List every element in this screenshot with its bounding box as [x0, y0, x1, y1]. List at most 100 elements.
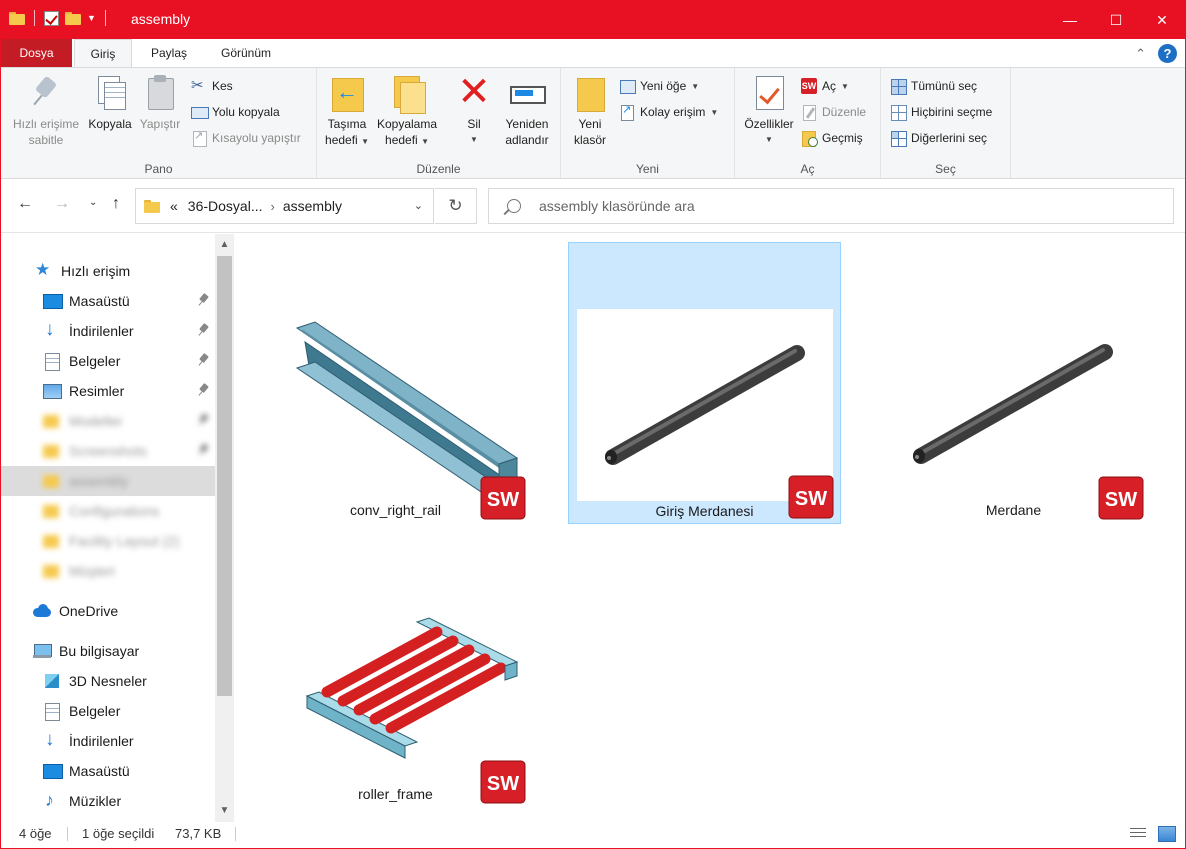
file-name[interactable]: conv_right_rail: [259, 502, 532, 518]
nav-item-blurred[interactable]: Müşteri: [1, 556, 215, 586]
tab-home[interactable]: Giriş: [74, 39, 132, 68]
large-icons-view-icon[interactable]: [1158, 826, 1176, 842]
file-name[interactable]: roller_frame: [259, 786, 532, 802]
delete-button[interactable]: ✕ Sil ▼: [453, 72, 495, 148]
easy-access-button[interactable]: Kolay erişim ▼: [619, 101, 718, 123]
file-item[interactable]: SW conv_right_rail: [259, 242, 532, 524]
nav-quick-access[interactable]: Hızlı erişim: [1, 256, 215, 286]
recent-locations-icon[interactable]: ⌄: [89, 197, 97, 208]
help-icon[interactable]: ?: [1158, 44, 1177, 63]
tab-file[interactable]: Dosya: [1, 39, 72, 68]
nav-item-desktop[interactable]: Masaüstü: [1, 286, 215, 316]
nav-item-blurred[interactable]: Configurations: [1, 496, 215, 526]
properties-qat-icon[interactable]: [44, 10, 59, 26]
rename-button[interactable]: Yeniden adlandır: [499, 74, 555, 148]
nav-item-documents[interactable]: Belgeler: [1, 346, 215, 376]
close-button[interactable]: ✕: [1139, 1, 1185, 39]
paste-button[interactable]: Yapıştır: [137, 74, 183, 132]
pictures-icon: [43, 383, 62, 399]
edit-button[interactable]: Düzenle: [801, 101, 866, 123]
paste-shortcut-button[interactable]: Kısayolu yapıştır: [191, 127, 301, 149]
scroll-down-icon[interactable]: ▼: [215, 802, 234, 820]
invert-selection-button[interactable]: Diğerlerini seç: [890, 127, 987, 149]
up-arrow-icon[interactable]: ↑: [112, 195, 120, 213]
navigation-pane: Hızlı erişim Masaüstü İndirilenler Belge…: [1, 234, 234, 822]
new-item-label: Yeni öğe: [640, 79, 687, 93]
nav-item-downloads[interactable]: İndirilenler: [1, 316, 215, 346]
pin-icon[interactable]: [198, 294, 210, 306]
pin-icon[interactable]: [198, 324, 210, 336]
tab-view[interactable]: Görünüm: [207, 39, 285, 68]
cut-button[interactable]: Kes: [191, 75, 233, 97]
breadcrumb-item[interactable]: assembly: [283, 198, 342, 214]
properties-button[interactable]: Özellikler ▼: [740, 74, 798, 148]
details-view-icon[interactable]: [1129, 826, 1147, 842]
forward-arrow-icon[interactable]: →: [54, 195, 70, 213]
pin-quick-access-button[interactable]: Hızlı erişime sabitle: [7, 74, 85, 148]
folder-icon: [9, 11, 25, 25]
nav-this-pc[interactable]: Bu bilgisayar: [1, 636, 215, 666]
file-view: SW conv_right_rail SW Giriş Merdanesi SW…: [235, 234, 1185, 822]
maximize-button[interactable]: ☐: [1093, 1, 1139, 39]
title-bar: ▼ assembly — ☐ ✕: [1, 1, 1185, 39]
nav-item-blurred[interactable]: Modeller: [1, 406, 215, 436]
refresh-button[interactable]: ↻: [435, 188, 477, 224]
nav-item-pictures[interactable]: Resimler: [1, 376, 215, 406]
file-item[interactable]: SW roller_frame: [259, 526, 532, 808]
qat-dropdown-icon[interactable]: ▼: [87, 13, 96, 23]
copy-to-button[interactable]: Kopyalama hedefi ▼: [373, 74, 441, 150]
folder-icon: [43, 413, 61, 429]
search-box[interactable]: [488, 188, 1174, 224]
pin-icon[interactable]: [198, 384, 210, 396]
scissors-icon: [191, 76, 207, 94]
nav-item-desktop[interactable]: Masaüstü: [1, 756, 215, 786]
collapse-ribbon-icon[interactable]: ⌃: [1135, 46, 1146, 62]
nav-item-music[interactable]: Müzikler: [1, 786, 215, 816]
history-button[interactable]: Geçmiş: [801, 127, 863, 149]
breadcrumb-item[interactable]: 36-Dosyal...: [188, 198, 263, 214]
address-bar[interactable]: « 36-Dosyal... › assembly ⌄: [135, 188, 434, 224]
scroll-thumb[interactable]: [217, 256, 232, 696]
file-name[interactable]: Giriş Merdanesi: [569, 503, 840, 519]
file-item[interactable]: SW Merdane: [877, 242, 1150, 524]
pin-icon[interactable]: [198, 354, 210, 366]
roller-thumbnail-image: [605, 345, 805, 465]
new-item-button[interactable]: Yeni öğe ▼: [619, 75, 699, 97]
pin-icon: [29, 74, 63, 112]
dropdown-arrow-icon: ▼: [710, 107, 719, 117]
nav-item-blurred[interactable]: Screenshots: [1, 436, 215, 466]
copy-button[interactable]: Kopyala: [85, 74, 135, 132]
dropdown-arrow-icon: ▼: [470, 135, 478, 144]
nav-item-3d-objects[interactable]: 3D Nesneler: [1, 666, 215, 696]
select-all-icon: [890, 78, 907, 95]
chevron-down-icon[interactable]: ⌄: [414, 199, 423, 212]
breadcrumb-overflow[interactable]: «: [170, 198, 178, 214]
nav-label: Belgeler: [69, 703, 121, 719]
pin-icon[interactable]: [198, 444, 210, 456]
copy-path-button[interactable]: Yolu kopyala: [191, 101, 280, 123]
nav-scrollbar[interactable]: ▲ ▼: [215, 234, 234, 822]
move-to-button[interactable]: Taşıma hedefi ▼: [323, 74, 371, 150]
tab-share[interactable]: Paylaş: [137, 39, 201, 68]
back-arrow-icon[interactable]: ←: [17, 195, 33, 213]
new-folder-qat-icon[interactable]: [65, 11, 81, 25]
new-folder-button[interactable]: Yeni klasör: [569, 74, 611, 148]
nav-item-documents[interactable]: Belgeler: [1, 696, 215, 726]
nav-item-blurred[interactable]: Facility Layout (2): [1, 526, 215, 556]
file-item-selected[interactable]: SW Giriş Merdanesi: [568, 242, 841, 524]
new-folder-icon: [573, 74, 607, 112]
breadcrumb-separator[interactable]: ›: [271, 199, 275, 214]
search-input[interactable]: [539, 198, 1139, 214]
open-button[interactable]: SW Aç ▼: [801, 75, 849, 97]
file-name[interactable]: Merdane: [877, 502, 1150, 518]
pin-icon[interactable]: [198, 414, 210, 426]
nav-onedrive[interactable]: OneDrive: [1, 596, 215, 626]
select-none-button[interactable]: Hiçbirini seçme: [890, 101, 992, 123]
computer-icon: [33, 643, 52, 659]
scroll-up-icon[interactable]: ▲: [215, 236, 234, 254]
nav-item-downloads[interactable]: İndirilenler: [1, 726, 215, 756]
minimize-button[interactable]: —: [1047, 1, 1093, 39]
nav-item-current[interactable]: assembly: [1, 466, 215, 496]
copy-to-label-2: hedefi: [385, 133, 418, 147]
select-all-button[interactable]: Tümünü seç: [890, 75, 977, 97]
